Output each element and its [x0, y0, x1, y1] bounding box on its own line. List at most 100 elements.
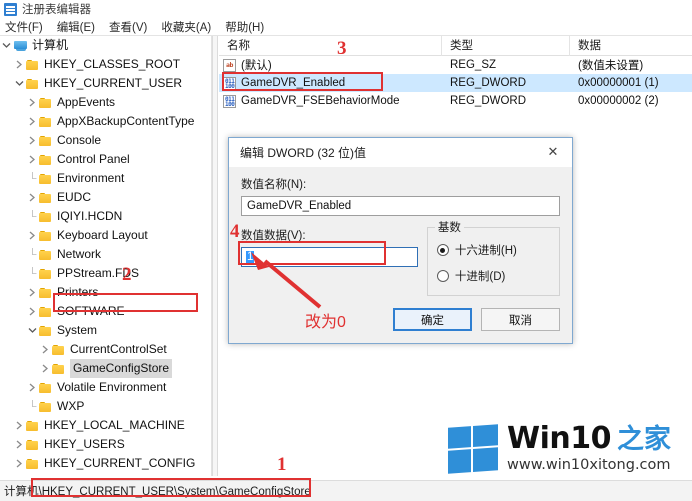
- chevron-right-icon[interactable]: [26, 136, 39, 145]
- menu-item-favorites[interactable]: 收藏夹(A): [161, 19, 218, 35]
- value-data-input[interactable]: 1: [241, 247, 418, 267]
- tree-item-software[interactable]: SOFTWARE: [0, 302, 211, 321]
- folder-icon: [39, 382, 53, 394]
- tree-item-console[interactable]: Console: [0, 131, 211, 150]
- folder-icon: [26, 458, 40, 470]
- chevron-down-icon[interactable]: [0, 42, 13, 49]
- chevron-right-icon[interactable]: [13, 459, 26, 468]
- chevron-down-icon[interactable]: [26, 327, 39, 334]
- tree-item-hkey-users[interactable]: HKEY_USERS: [0, 435, 211, 454]
- column-header-type[interactable]: 类型: [442, 36, 570, 56]
- folder-icon: [26, 439, 40, 451]
- tree-item-eudc[interactable]: EUDC: [0, 188, 211, 207]
- ok-button[interactable]: 确定: [393, 308, 472, 331]
- chevron-right-icon[interactable]: [26, 288, 39, 297]
- chevron-right-icon[interactable]: [39, 364, 52, 373]
- tree-item-gameconfigstore[interactable]: GameConfigStore: [0, 359, 211, 378]
- tree-item-label: System: [57, 323, 98, 337]
- folder-icon: [39, 154, 53, 166]
- value-name-cell: 011 100 GameDVR_FSEBehaviorMode: [219, 94, 442, 108]
- pane-splitter[interactable]: [212, 36, 218, 476]
- tree-item-hkey-current-user[interactable]: HKEY_CURRENT_USER: [0, 74, 211, 93]
- column-header-name[interactable]: 名称: [219, 36, 442, 56]
- value-type-cell: REG_SZ: [450, 59, 497, 71]
- tree-item-label: EUDC: [57, 190, 92, 204]
- tree-item-label: AppEvents: [57, 95, 116, 109]
- folder-icon: [39, 287, 53, 299]
- folder-icon: [39, 173, 53, 185]
- value-name-input[interactable]: GameDVR_Enabled: [241, 196, 560, 216]
- chevron-right-icon[interactable]: [26, 98, 39, 107]
- list-header: 名称 类型 数据: [219, 36, 692, 56]
- menu-item-edit[interactable]: 编辑(E): [57, 19, 102, 35]
- chevron-right-icon[interactable]: [13, 440, 26, 449]
- column-header-data[interactable]: 数据: [570, 36, 692, 56]
- radio-hexadecimal-icon: [436, 244, 449, 256]
- chevron-right-icon[interactable]: [26, 383, 39, 392]
- table-row[interactable]: ab (默认) REG_SZ (数值未设置): [219, 56, 692, 74]
- folder-icon: [39, 135, 53, 147]
- tree-item-wxp[interactable]: └ WXP: [0, 397, 211, 416]
- folder-icon: [52, 363, 66, 375]
- tree-item-ppstream-fds[interactable]: └ PPStream.FDS: [0, 264, 211, 283]
- tree-item-network[interactable]: └ Network: [0, 245, 211, 264]
- cancel-button[interactable]: 取消: [481, 308, 560, 331]
- chevron-down-icon[interactable]: [13, 80, 26, 87]
- tree-item-label: Control Panel: [57, 152, 130, 166]
- menu-item-help[interactable]: 帮助(H): [225, 19, 271, 35]
- tree-item-label: Network: [57, 247, 102, 261]
- chevron-right-icon[interactable]: [26, 155, 39, 164]
- value-type-cell: REG_DWORD: [450, 95, 527, 107]
- tree-item-hkey-local-machine[interactable]: HKEY_LOCAL_MACHINE: [0, 416, 211, 435]
- folder-icon: [39, 116, 53, 128]
- tree-item-printers[interactable]: Printers: [0, 283, 211, 302]
- base-group-label: 基数: [434, 219, 464, 235]
- chevron-right-icon[interactable]: [26, 307, 39, 316]
- tree-item-label: Console: [57, 133, 102, 147]
- menu-item-file[interactable]: 文件(F): [5, 19, 50, 35]
- table-row[interactable]: 011 100 GameDVR_Enabled REG_DWORD 0x00000001…: [219, 74, 692, 92]
- tree-item--[interactable]: 计算机: [0, 36, 211, 55]
- string-value-icon: ab: [223, 58, 236, 72]
- chevron-right-icon[interactable]: [39, 345, 52, 354]
- tree-branch-icon: └: [28, 248, 37, 261]
- window-title: 注册表编辑器: [22, 4, 91, 16]
- computer-icon: [13, 40, 28, 52]
- radio-decimal[interactable]: 十进制(D): [436, 266, 550, 286]
- tree-item-keyboard-layout[interactable]: Keyboard Layout: [0, 226, 211, 245]
- folder-icon: [39, 306, 53, 318]
- tree-item-system[interactable]: System: [0, 321, 211, 340]
- tree-item-label: PPStream.FDS: [57, 266, 140, 280]
- tree-item-environment[interactable]: └ Environment: [0, 169, 211, 188]
- tree-item-label: Volatile Environment: [57, 380, 167, 394]
- chevron-right-icon[interactable]: [13, 60, 26, 69]
- registry-editor-icon: [4, 2, 17, 16]
- chevron-right-icon[interactable]: [26, 231, 39, 240]
- tree-item-label: HKEY_CURRENT_USER: [44, 76, 183, 90]
- dword-value-icon: 011 100: [223, 76, 236, 90]
- tree-item-volatile-environment[interactable]: Volatile Environment: [0, 378, 211, 397]
- radio-hexadecimal[interactable]: 十六进制(H): [436, 240, 550, 260]
- folder-icon: [39, 401, 53, 413]
- tree-item-iqiyi-hcdn[interactable]: └ IQIYI.HCDN: [0, 207, 211, 226]
- chevron-right-icon[interactable]: [13, 421, 26, 430]
- tree-item-appevents[interactable]: AppEvents: [0, 93, 211, 112]
- tree-item-hkey-current-config[interactable]: HKEY_CURRENT_CONFIG: [0, 454, 211, 473]
- tree-item-currentcontrolset[interactable]: CurrentControlSet: [0, 340, 211, 359]
- value-name-text: (默认): [241, 60, 272, 72]
- tree-item-label: Keyboard Layout: [57, 228, 148, 242]
- folder-icon: [52, 344, 66, 356]
- chevron-right-icon[interactable]: [26, 193, 39, 202]
- tree-item-label: WXP: [57, 399, 85, 413]
- tree-item-appxbackupcontenttype[interactable]: AppXBackupContentType: [0, 112, 211, 131]
- title-bar: 注册表编辑器: [0, 0, 692, 18]
- tree-item-hkey-classes-root[interactable]: HKEY_CLASSES_ROOT: [0, 55, 211, 74]
- close-icon[interactable]: ✕: [534, 138, 572, 166]
- menu-item-view[interactable]: 查看(V): [109, 19, 154, 35]
- tree-item-label: HKEY_CURRENT_CONFIG: [44, 456, 196, 470]
- tree-item-control-panel[interactable]: Control Panel: [0, 150, 211, 169]
- chevron-right-icon[interactable]: [26, 117, 39, 126]
- tree-item-label: HKEY_USERS: [44, 437, 125, 451]
- table-row[interactable]: 011 100 GameDVR_FSEBehaviorMode REG_DWORD 0x…: [219, 92, 692, 110]
- registry-tree-pane[interactable]: 计算机 HKEY_CLASSES_ROOT HKEY_CURRENT_USER App…: [0, 36, 212, 476]
